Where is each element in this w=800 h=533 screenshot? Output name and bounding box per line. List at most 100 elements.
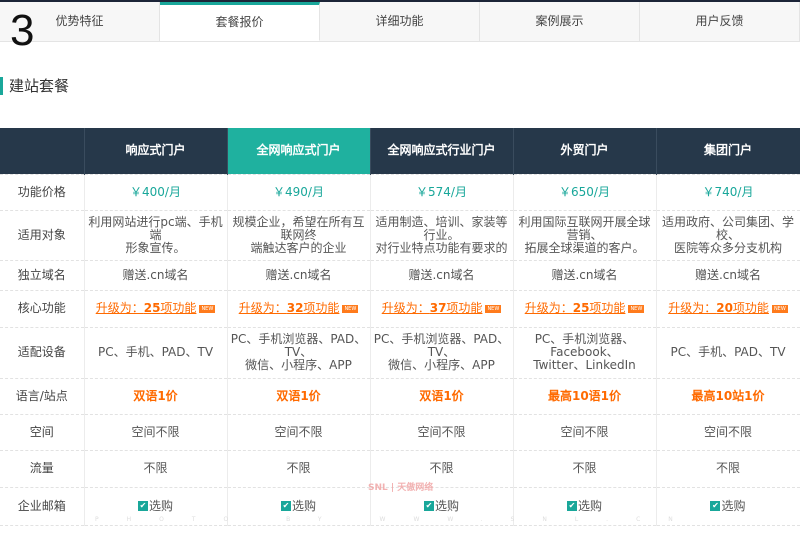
price: ￥400/月 [130,184,181,199]
table-cell: ￥740/月 [656,174,800,211]
header-empty [0,128,85,175]
row-label: 空间 [0,414,85,451]
table-cell: ￥650/月 [513,174,657,211]
price: ￥490/月 [273,184,324,199]
new-badge: NEW [771,304,788,313]
watermark-footer: PHOTO BY WWW.SNL.CN [95,516,701,523]
table-row: 适配设备 PC、手机、PAD、TV PC、手机浏览器、PAD、TV、 微信、小程序、… [0,327,800,379]
upgrade-suffix: 项功能 [303,301,340,315]
table-row: 核心功能 升级为：25项功能 NEW 升级为：32项功能 NEW 升级为：37项功能 NEW… [0,290,800,328]
table-cell: 赠送.cn域名 [513,260,657,291]
email-option: 选购 [291,498,316,513]
new-badge: NEW [628,304,645,313]
table-cell: 不限 [84,450,228,488]
language-value: 双语1价 [133,388,178,403]
tab-features[interactable]: 详细功能 [320,2,480,41]
row-label: 核心功能 [0,290,85,328]
language-value: 双语1价 [419,388,464,403]
upgrade-suffix: 项功能 [160,301,197,315]
upgrade-suffix: 项功能 [589,301,626,315]
table-cell: 双语1价 [227,378,371,415]
table-cell: 空间不限 [84,414,228,451]
upgrade-suffix: 项功能 [446,301,483,315]
new-badge: NEW [485,304,502,313]
checkbox-checked-icon[interactable]: ✔ [566,501,577,511]
table-cell: 空间不限 [513,414,657,451]
table-cell: 升级为：25项功能 NEW [513,290,657,328]
table-cell: 赠送.cn域名 [370,260,514,291]
table-cell: ￥574/月 [370,174,514,211]
row-label: 适用对象 [0,210,85,261]
row-label: 适配设备 [0,327,85,379]
price: ￥650/月 [559,184,610,199]
table-cell: 双语1价 [370,378,514,415]
row-label: 企业邮箱 [0,487,85,526]
upgrade-prefix: 升级为： [381,301,430,315]
table-cell: 不限 [656,450,800,488]
checkbox-checked-icon[interactable]: ✔ [280,501,291,511]
feature-count: 37 [429,301,447,315]
row-label: 流量 [0,450,85,488]
table-cell: PC、手机、PAD、TV [84,327,228,379]
table-cell: 升级为：25项功能 NEW [84,290,228,328]
price: ￥740/月 [702,184,754,199]
table-cell: 利用网站进行pc端、手机端 形象宣传。 [84,210,228,261]
table-cell: 空间不限 [370,414,514,451]
email-option: 选购 [577,498,602,513]
section-title: 建站套餐 [0,77,69,95]
upgrade-suffix: 项功能 [732,301,769,315]
tab-pricing[interactable]: 套餐报价 [160,2,320,41]
checkbox-checked-icon[interactable]: ✔ [423,501,434,511]
table-row: 语言/站点 双语1价 双语1价 双语1价 最高10语1价 最高10站1价 [0,378,800,415]
table-cell: 不限 [227,450,371,488]
language-value: 最高10语1价 [547,388,622,403]
table-cell: 不限 [513,450,657,488]
column-header: 集团门户 [656,128,800,175]
table-cell: ￥490/月 [227,174,371,211]
table-cell: 规模企业，希望在所有互联网终 端触达客户的企业 [227,210,371,261]
new-badge: NEW [342,304,359,313]
email-option: 选购 [434,498,459,513]
checkbox-checked-icon[interactable]: ✔ [137,501,148,511]
table-cell: 空间不限 [656,414,800,451]
upgrade-link[interactable]: 升级为：20项功能 [668,301,769,315]
table-cell: 双语1价 [84,378,228,415]
watermark-logo: SNL | 天傲网络 [368,483,434,493]
table-cell: 赠送.cn域名 [656,260,800,291]
table-cell: PC、手机浏览器、PAD、TV、 微信、小程序、APP [227,327,371,379]
table-row: 独立域名 赠送.cn域名 赠送.cn域名 赠送.cn域名 赠送.cn域名 赠送.cn域名 [0,260,800,291]
table-row: 空间 空间不限 空间不限 空间不限 空间不限 空间不限 [0,414,800,451]
upgrade-link[interactable]: 升级为：32项功能 [239,301,340,315]
upgrade-prefix: 升级为： [668,301,717,315]
upgrade-link[interactable]: 升级为：25项功能 [96,301,197,315]
language-value: 双语1价 [276,388,321,403]
table-cell: 升级为：37项功能 NEW [370,290,514,328]
step-number: 3 [10,6,35,55]
row-label: 语言/站点 [0,378,85,415]
table-cell: ￥400/月 [84,174,228,211]
column-header: 全网响应式行业门户 [370,128,514,175]
table-row: 功能价格 ￥400/月 ￥490/月 ￥574/月 ￥650/月 ￥740/月 [0,174,800,211]
table-cell: 最高10站1价 [656,378,800,415]
table-cell: 适用政府、公司集团、学校、 医院等众多分支机构 [656,210,800,261]
table-cell: PC、手机浏览器、PAD、TV、 微信、小程序、APP [370,327,514,379]
row-label: 独立域名 [0,260,85,291]
table-row: 适用对象 利用网站进行pc端、手机端 形象宣传。 规模企业，希望在所有互联网终 端触… [0,210,800,261]
email-option: 选购 [721,498,746,513]
pricing-table: 响应式门户 全网响应式门户 全网响应式行业门户 外贸门户 集团门户 功能价格 ￥400/月… [0,128,800,526]
table-cell: 利用国际互联网开展全球营销、 拓展全球渠道的客户。 [513,210,657,261]
feature-count: 25 [572,301,590,315]
new-badge: NEW [199,304,216,313]
upgrade-link[interactable]: 升级为：37项功能 [382,301,483,315]
table-cell: 最高10语1价 [513,378,657,415]
feature-count: 25 [143,301,161,315]
upgrade-prefix: 升级为： [524,301,573,315]
checkbox-checked-icon[interactable]: ✔ [710,501,721,511]
table-cell: 赠送.cn域名 [227,260,371,291]
table-cell: PC、手机浏览器、Facebook、 Twitter、LinkedIn [513,327,657,379]
upgrade-link[interactable]: 升级为：25项功能 [525,301,626,315]
upgrade-prefix: 升级为： [95,301,144,315]
upgrade-prefix: 升级为： [238,301,287,315]
tab-feedback[interactable]: 用户反馈 [640,2,800,41]
tab-cases[interactable]: 案例展示 [480,2,640,41]
